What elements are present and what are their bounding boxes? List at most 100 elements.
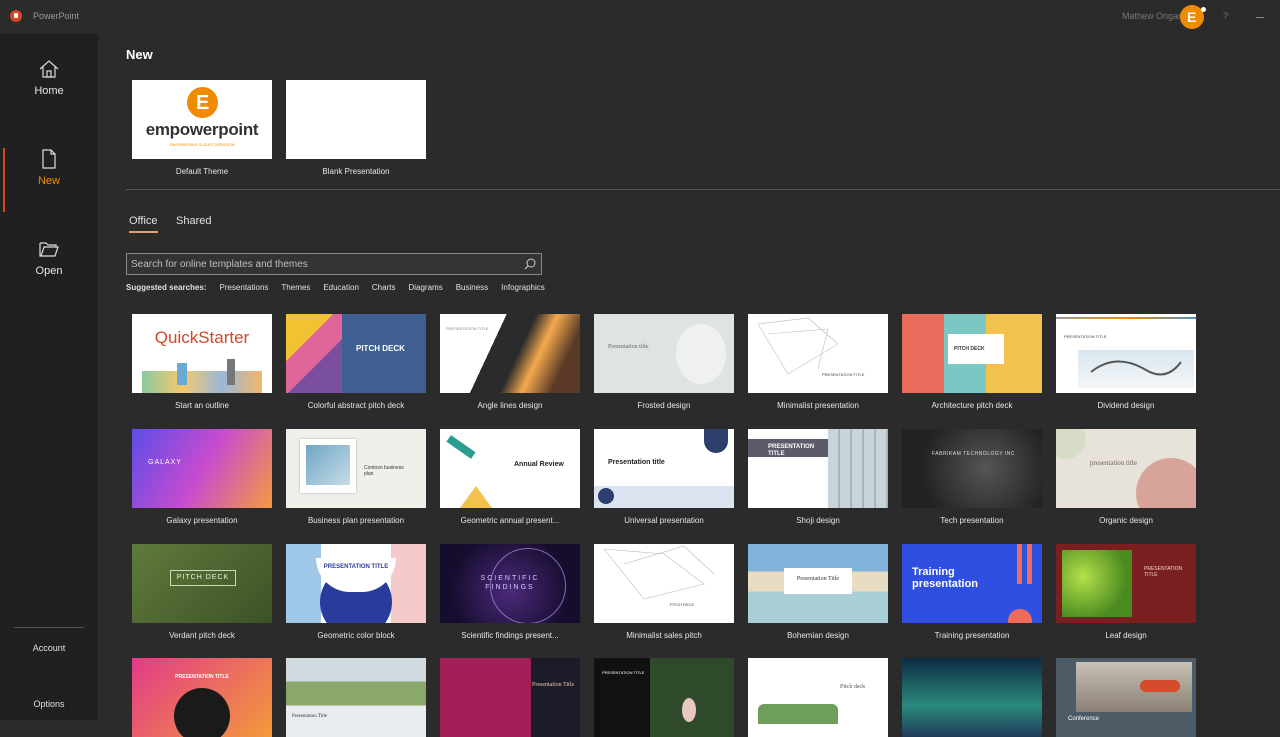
thumbnail-title: PITCH DECK [356, 344, 405, 353]
template-thumbnail: PRESENTATION TITLE [286, 544, 426, 623]
template-thumbnail: PRESENTATION TITLE [1056, 544, 1196, 623]
template-label: Bohemian design [787, 631, 849, 640]
default-theme-label: Default Theme [175, 167, 229, 176]
template-thumbnail: PRESENTATION TITLE [132, 658, 272, 737]
main-panel: New E empowerpoint EMPOWERING SLIDES CRE… [98, 34, 1280, 737]
title-bar: PowerPoint Mathew Ongaro ? [0, 0, 1280, 34]
template-card[interactable]: PRESENTATION TITLE [132, 658, 272, 737]
template-label: Angle lines design [477, 401, 543, 410]
template-card[interactable] [902, 658, 1042, 737]
template-card[interactable]: Contoso business plan Business plan pres… [286, 429, 426, 525]
user-avatar[interactable] [1180, 5, 1206, 29]
tab-shared[interactable]: Shared [176, 215, 211, 227]
thumbnail-title: PRESENTATION TITLE [768, 444, 815, 457]
thumbnail-title: Annual Review [514, 461, 564, 468]
template-card[interactable]: Pitch deck [748, 658, 888, 737]
thumbnail-title: Presentation title [608, 459, 665, 466]
template-card[interactable]: presentation title Organic design [1056, 429, 1196, 525]
template-card[interactable]: Presentation Title Bohemian design [748, 544, 888, 640]
template-card[interactable]: PRESENTATION TITLE Geometric color block [286, 544, 426, 640]
thumbnail-title: SCIENTIFIC FINDINGS [480, 575, 540, 591]
template-card[interactable]: PRESENTATION TITLE Dividend design [1056, 314, 1196, 410]
template-label: Shoji design [796, 516, 840, 525]
empowerpoint-logo-icon: E [187, 87, 218, 118]
default-theme-card[interactable]: E empowerpoint EMPOWERING SLIDES CREATIO… [132, 80, 272, 176]
template-label: Tech presentation [940, 516, 1004, 525]
template-card[interactable]: PRESENTATION TITLE Minimalist presentati… [748, 314, 888, 410]
thumbnail-title: QuickStarter [154, 328, 250, 347]
thumbnail-title: PRESENTATION TITLE [1064, 334, 1107, 339]
account-link[interactable]: Account [0, 643, 98, 653]
template-thumbnail [902, 658, 1042, 737]
thumbnail-title: Presentation Title [292, 714, 328, 719]
thumbnail-title: Presentation Title [796, 576, 840, 582]
search-icon[interactable] [523, 257, 537, 271]
template-card[interactable]: Presentation title Universal presentatio… [594, 429, 734, 525]
tab-office[interactable]: Office [129, 215, 158, 233]
template-card[interactable]: FABRIKAM TECHNOLOGY INC Tech presentatio… [902, 429, 1042, 525]
template-thumbnail: PITCH DECK [132, 544, 272, 623]
app-title: PowerPoint [33, 11, 80, 21]
blank-presentation-label: Blank Presentation [322, 167, 390, 176]
template-card[interactable]: Presentation Title [440, 658, 580, 737]
template-label: Organic design [1099, 516, 1153, 525]
template-thumbnail: Training presentation [902, 544, 1042, 623]
template-thumbnail: Presentation Title [286, 658, 426, 737]
template-thumbnail: Annual Review [440, 429, 580, 508]
template-card[interactable]: QuickStarter Start an outline [132, 314, 272, 410]
template-label: Frosted design [637, 401, 691, 410]
suggested-presentations[interactable]: Presentations [219, 283, 268, 292]
suggested-infographics[interactable]: Infographics [501, 283, 545, 292]
template-card[interactable]: PRESENTATION TITLE Angle lines design [440, 314, 580, 410]
template-label: Colorful abstract pitch deck [307, 401, 405, 410]
sidebar-item-open[interactable]: Open [0, 238, 98, 298]
logo-tagline: EMPOWERING SLIDES CREATION [169, 142, 235, 147]
user-name[interactable]: Mathew Ongaro [1122, 11, 1186, 21]
suggested-diagrams[interactable]: Diagrams [408, 283, 442, 292]
template-card[interactable]: Presentation Title [286, 658, 426, 737]
template-card[interactable]: SCIENTIFIC FINDINGS Scientific findings … [440, 544, 580, 640]
template-card[interactable]: PITCH DECK Architecture pitch deck [902, 314, 1042, 410]
template-card[interactable]: PITCH DECK Colorful abstract pitch deck [286, 314, 426, 410]
suggested-business[interactable]: Business [456, 283, 488, 292]
powerpoint-logo-icon [10, 10, 22, 22]
thumbnail-title: Conference [1068, 716, 1100, 722]
suggested-charts[interactable]: Charts [372, 283, 396, 292]
template-card[interactable]: PITCH DECK Verdant pitch deck [132, 544, 272, 640]
suggested-education[interactable]: Education [323, 283, 359, 292]
template-thumbnail: SCIENTIFIC FINDINGS [440, 544, 580, 623]
search-box [126, 253, 542, 275]
template-card[interactable]: PRESENTATION TITLE Leaf design [1056, 544, 1196, 640]
folder-open-icon [39, 242, 59, 257]
template-thumbnail: Contoso business plan [286, 429, 426, 508]
thumbnail-title: Presentation Title [532, 682, 575, 688]
template-thumbnail: Presentation title [594, 314, 734, 393]
sidebar-item-new[interactable]: New [0, 148, 98, 212]
template-thumbnail: PRESENTATION TITLE [748, 314, 888, 393]
sidebar-item-label: Open [35, 265, 63, 277]
template-thumbnail: PRESENTATION TITLE [594, 658, 734, 737]
template-card[interactable]: PRESENTATION TITLE [594, 658, 734, 737]
thumbnail-title: PRESENTATION TITLE [602, 670, 645, 675]
template-card[interactable]: Presentation title Frosted design [594, 314, 734, 410]
search-input[interactable] [131, 257, 516, 271]
blank-presentation-card[interactable]: Blank Presentation [286, 80, 426, 176]
template-card[interactable]: GALAXY Galaxy presentation [132, 429, 272, 525]
template-card[interactable]: Annual Review Geometric annual present..… [440, 429, 580, 525]
thumbnail-title: PITCH DECK [176, 574, 230, 581]
template-label: Scientific findings present... [461, 631, 559, 640]
template-label: Geometric annual present... [460, 516, 560, 525]
section-divider [126, 189, 1280, 190]
thumbnail-title: Training presentation [912, 566, 979, 590]
template-card[interactable]: PITCH DECK Minimalist sales pitch [594, 544, 734, 640]
suggested-themes[interactable]: Themes [281, 283, 310, 292]
options-link[interactable]: Options [0, 699, 98, 709]
minimize-button[interactable] [1256, 17, 1264, 18]
template-card[interactable]: PRESENTATION TITLE Shoji design [748, 429, 888, 525]
template-label: Leaf design [1105, 631, 1147, 640]
template-card[interactable]: Conference [1056, 658, 1196, 737]
sidebar-item-home[interactable]: Home [0, 58, 98, 118]
help-button[interactable]: ? [1223, 11, 1228, 21]
template-thumbnail: Presentation Title [748, 544, 888, 623]
template-card[interactable]: Training presentation Training presentat… [902, 544, 1042, 640]
